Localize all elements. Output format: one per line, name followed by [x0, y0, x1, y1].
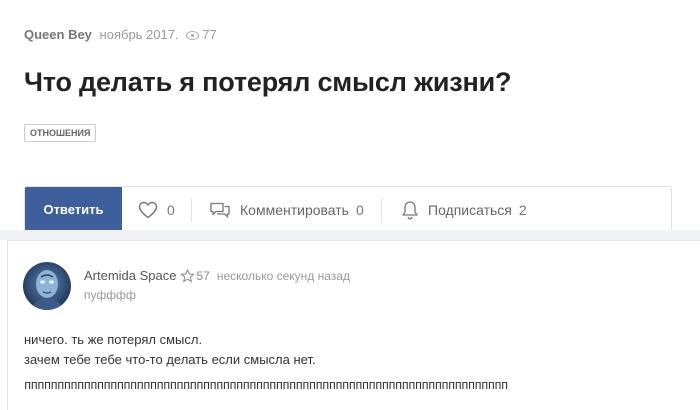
comment-author-status: пуфффф — [84, 288, 136, 302]
tag-badge[interactable]: ОТНОШЕНИЯ — [24, 124, 97, 142]
comment-label: Комментировать — [240, 201, 349, 218]
heart-icon — [138, 201, 158, 218]
comment-line: пппппппппппппппппппппппппппппппппппппппп… — [24, 378, 508, 392]
comment-header: Artemida Space 57 несколько секунд назад — [84, 268, 350, 283]
comment-line: ничего. ть же потерял смысл. — [24, 332, 203, 347]
comment-button[interactable]: Комментировать 0 — [209, 187, 364, 232]
comment-text: ничего. ть же потерял смысл. зачем тебе … — [24, 330, 316, 370]
comment-author-rating: 57 — [196, 268, 210, 283]
post-views: 77 — [186, 27, 217, 42]
subscribe-count: 2 — [518, 201, 527, 218]
comment-count: 0 — [355, 201, 364, 218]
subscribe-button[interactable]: Подписаться 2 — [401, 187, 527, 232]
avatar[interactable] — [23, 262, 71, 310]
comment-author[interactable]: Artemida Space — [84, 268, 177, 283]
comment-time: несколько секунд назад — [216, 268, 350, 283]
post-date: ноябрь 2017. — [99, 27, 179, 42]
section-divider — [0, 230, 700, 240]
avatar-image — [23, 262, 71, 310]
like-count: 0 — [167, 201, 175, 218]
views-count: 77 — [202, 27, 217, 42]
bell-icon — [402, 200, 418, 219]
eye-icon — [186, 31, 200, 40]
like-button[interactable]: 0 — [138, 187, 175, 232]
comment-line: зачем тебе тебе что-то делать если смысл… — [24, 352, 316, 367]
page-title: Что делать я потерял смысл жизни? — [24, 67, 512, 97]
subscribe-label: Подписаться — [428, 201, 512, 218]
post-meta: Queen Bey ноябрь 2017. 77 — [24, 27, 217, 42]
action-bar: Ответить 0 Комментировать 0 Подписаться … — [24, 186, 672, 233]
post-author[interactable]: Queen Bey — [24, 27, 92, 42]
separator — [191, 198, 192, 222]
separator — [381, 198, 382, 222]
comment-icon — [210, 202, 230, 217]
reply-button[interactable]: Ответить — [25, 187, 122, 232]
star-icon — [179, 268, 195, 282]
